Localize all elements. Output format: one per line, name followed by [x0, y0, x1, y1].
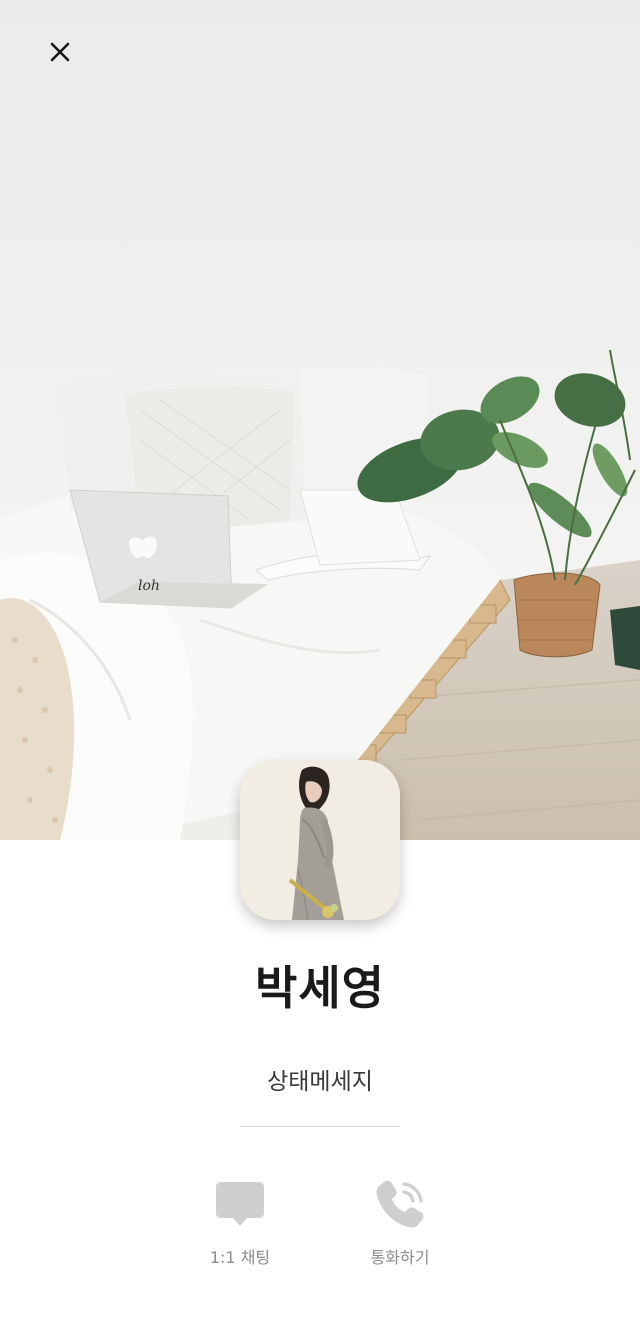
svg-text:loh: loh	[138, 578, 160, 594]
status-message[interactable]: 상태메세지	[0, 1062, 640, 1096]
profile-name: 박세영	[255, 961, 385, 1015]
close-button[interactable]	[36, 28, 84, 76]
call-button[interactable]: 통화하기	[330, 1176, 470, 1276]
chat-button[interactable]: 1:1 채팅	[170, 1176, 310, 1276]
chat-bubble-icon	[212, 1176, 268, 1232]
cover-photo: loh	[0, 0, 640, 840]
chat-label: 1:1 채팅	[209, 1248, 271, 1267]
close-icon	[50, 42, 70, 62]
avatar[interactable]	[240, 760, 400, 920]
cover-illustration: loh	[0, 0, 640, 840]
call-label: 통화하기	[370, 1248, 430, 1267]
divider	[240, 1126, 400, 1127]
profile-screen: loh 박세영 상태메세지 1:1 채팅 통화하기	[0, 0, 640, 1340]
avatar-photo	[240, 760, 400, 920]
phone-call-icon	[372, 1176, 428, 1232]
